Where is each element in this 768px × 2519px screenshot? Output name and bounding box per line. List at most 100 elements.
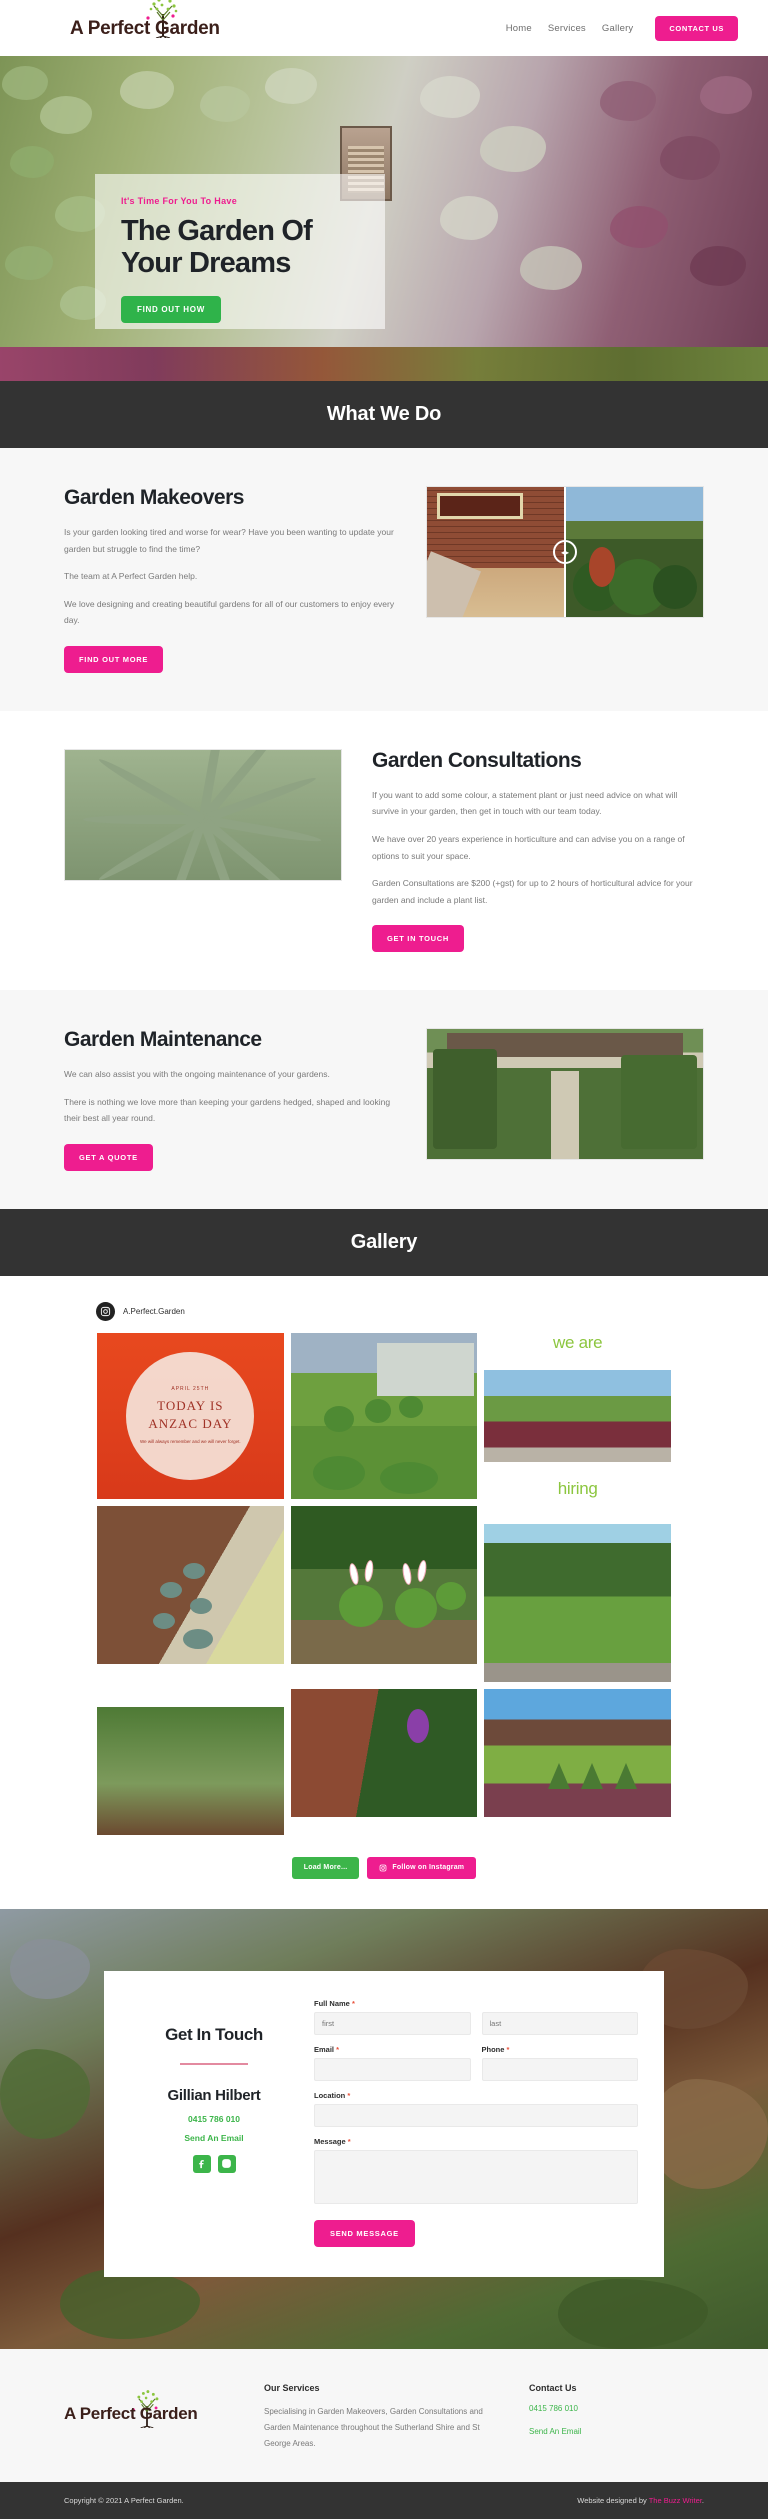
anzac-title-line1: TODAY IS (157, 1398, 224, 1414)
service-heading: Garden Makeovers (64, 486, 244, 509)
social-links (130, 2154, 298, 2173)
service-garden-consultations: Garden Consultations If you want to add … (0, 711, 768, 990)
hero-title: The Garden Of Your Dreams (121, 215, 359, 280)
background-decoration (558, 2278, 708, 2349)
service-copy: Garden Maintenance We can also assist yo… (64, 1028, 396, 1171)
gallery-item-bromeliad[interactable] (97, 1706, 284, 1835)
message-label: Message * (314, 2136, 351, 2146)
service-paragraph: Is your garden looking tired and worse f… (64, 527, 394, 554)
first-name-input[interactable] (314, 2011, 471, 2035)
last-name-input[interactable] (481, 2011, 638, 2035)
instagram-icon[interactable] (217, 2154, 236, 2173)
background-decoration (0, 2048, 90, 2139)
contact-us-button[interactable]: CONTACT US (655, 15, 738, 41)
before-image (427, 487, 565, 617)
follow-on-instagram-button[interactable]: Follow on Instagram (367, 1856, 477, 1879)
contact-card: Get In Touch Gillian Hilbert 0415 786 01… (104, 1970, 664, 2277)
service-paragraph: We have over 20 years experience in hort… (372, 833, 685, 861)
footer-phone-link[interactable]: 0415 786 010 (529, 2404, 704, 2413)
gallery-actions: Load More... Follow on Instagram (0, 1856, 768, 1879)
contact-phone-link[interactable]: 0415 786 010 (130, 2114, 298, 2124)
send-message-button[interactable]: SEND MESSAGE (314, 2219, 415, 2247)
contact-person-name: Gillian Hilbert (167, 2086, 261, 2104)
gallery-item-lawn[interactable] (290, 1332, 478, 1499)
service-paragraph: If you want to add some colour, a statem… (372, 789, 678, 817)
get-in-touch-button[interactable]: GET IN TOUCH (372, 925, 465, 953)
instagram-icon (380, 1864, 387, 1872)
hiring-line1: we are (553, 1332, 603, 1352)
hedged-garden-photo (426, 1028, 704, 1161)
instagram-icon (96, 1301, 115, 1321)
gallery-section: A.Perfect.Garden APRIL 25TH TODAY IS ANZ… (0, 1275, 768, 1909)
gallery-item-mulch-bed[interactable] (97, 1505, 284, 1664)
copyright-bar: Copyright © 2021 A Perfect Garden. Websi… (0, 2481, 768, 2519)
location-input[interactable] (314, 2103, 638, 2127)
hero-section: It's Time For You To Have The Garden Of … (0, 56, 768, 381)
email-input[interactable] (314, 2057, 471, 2081)
footer-logo[interactable]: A Perfect Garden (64, 2383, 234, 2428)
required-mark: * (336, 2044, 340, 2054)
before-after-slider[interactable]: ◂▸ (426, 486, 704, 618)
gallery-band: Gallery (0, 1208, 768, 1276)
hero-kicker: It's Time For You To Have (121, 196, 237, 206)
gallery-item-front-yard[interactable] (484, 1688, 671, 1817)
contact-section: Get In Touch Gillian Hilbert 0415 786 01… (0, 1908, 768, 2349)
footer-logo-text: A Perfect Garden (64, 2403, 198, 2423)
follow-label: Follow on Instagram (392, 1864, 465, 1872)
gallery-item-hiring[interactable]: we are hiring (484, 1332, 671, 1499)
service-heading: Garden Consultations (372, 748, 582, 772)
site-header: A Perfect Garden Home Services Gallery C… (0, 0, 768, 56)
background-decoration (648, 2078, 768, 2189)
footer-send-an-email-link[interactable]: Send An Email (529, 2427, 704, 2436)
service-paragraph: The team at A Perfect Garden help. (64, 571, 198, 582)
service-paragraph: We can also assist you with the ongoing … (64, 1069, 330, 1080)
anzac-subtitle: We will always remember and we will neve… (139, 1438, 241, 1444)
email-label: Email * (314, 2044, 340, 2054)
service-copy: Garden Consultations If you want to add … (372, 748, 704, 953)
full-name-label: Full Name * (314, 1998, 355, 2008)
site-footer: A Perfect Garden Our Services Specialisi… (0, 2348, 768, 2482)
message-textarea[interactable] (314, 2149, 638, 2204)
instagram-header[interactable]: A.Perfect.Garden (64, 1301, 704, 1321)
required-mark: * (506, 2044, 510, 2054)
service-garden-makeovers: Garden Makeovers Is your garden looking … (0, 448, 768, 711)
service-paragraph: We love designing and creating beautiful… (64, 598, 395, 626)
gallery-grid: APRIL 25TH TODAY IS ANZAC DAY We will al… (97, 1332, 671, 1835)
required-mark: * (347, 2136, 351, 2146)
hiring-inner-image (484, 1369, 671, 1462)
divider (180, 2062, 248, 2065)
background-decoration (10, 1938, 90, 1999)
contact-title: Get In Touch (165, 2024, 263, 2044)
hero-title-line1: The Garden Of (121, 215, 313, 247)
find-out-how-button[interactable]: FIND OUT HOW (121, 295, 221, 323)
footer-contact-column: Contact Us 0415 786 010 Send An Email (529, 2383, 704, 2450)
hero-content-card: It's Time For You To Have The Garden Of … (95, 174, 385, 329)
logo[interactable]: A Perfect Garden (70, 0, 220, 38)
gallery-item-flowering-plant[interactable] (290, 1688, 478, 1817)
hero-foreground-band (0, 347, 768, 381)
contact-form: Full Name * Email * (314, 1999, 638, 2247)
facebook-icon[interactable] (192, 2154, 211, 2173)
nav-item-gallery[interactable]: Gallery (602, 23, 634, 34)
designer-link[interactable]: The Buzz Writer (649, 2496, 702, 2505)
required-mark: * (351, 1998, 355, 2008)
service-media: ◂▸ (426, 486, 704, 618)
service-copy: Garden Makeovers Is your garden looking … (64, 486, 396, 673)
gallery-item-anzac[interactable]: APRIL 25TH TODAY IS ANZAC DAY We will al… (97, 1332, 284, 1499)
nav-item-home[interactable]: Home (506, 23, 532, 34)
background-decoration (60, 2268, 200, 2339)
gallery-item-easter-bunnies[interactable] (290, 1505, 478, 1664)
find-out-more-button[interactable]: FIND OUT MORE (64, 645, 164, 673)
copyright-text: Copyright © 2021 A Perfect Garden. (64, 2495, 184, 2505)
slider-handle[interactable]: ◂▸ (553, 540, 577, 564)
load-more-button[interactable]: Load More... (291, 1856, 360, 1879)
phone-input[interactable] (481, 2057, 638, 2081)
gallery-item-hedge[interactable] (484, 1523, 671, 1682)
palm-photo (64, 748, 342, 881)
send-an-email-link[interactable]: Send An Email (130, 2133, 298, 2143)
nav-item-services[interactable]: Services (548, 23, 586, 34)
anzac-title-line2: ANZAC DAY (148, 1416, 233, 1431)
required-mark: * (347, 2090, 351, 2100)
get-a-quote-button[interactable]: GET A QUOTE (64, 1143, 153, 1171)
service-media (426, 1028, 704, 1161)
